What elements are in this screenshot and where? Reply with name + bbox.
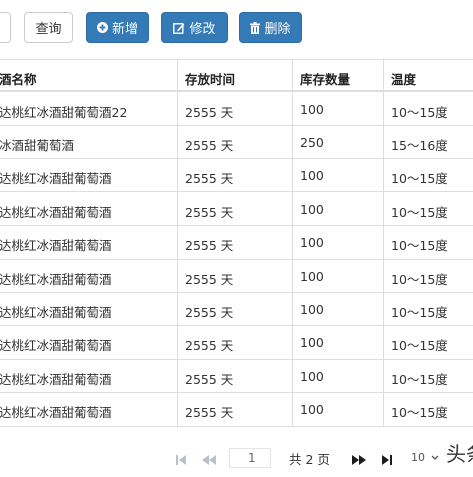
- query-button[interactable]: 查询: [24, 12, 73, 43]
- table-cell-storage-time: 2555 天: [185, 205, 234, 220]
- table-bottom-border: [0, 426, 473, 427]
- next-page-icon: [352, 455, 366, 465]
- last-page-icon: [382, 455, 392, 465]
- column-divider: [383, 59, 384, 426]
- table-cell-name: 达桃红冰酒甜葡萄酒: [0, 338, 112, 353]
- table-cell-name: 达桃红冰酒甜葡萄酒: [0, 305, 112, 320]
- chevron-down-icon: [431, 455, 438, 460]
- table-cell-stock-qty: 250: [300, 135, 324, 150]
- row-divider: [0, 191, 473, 192]
- table-cell-name: 达桃红冰酒甜葡萄酒: [0, 272, 112, 287]
- table-cell-storage-time: 2555 天: [185, 171, 234, 186]
- table-cell-stock-qty: 100: [300, 168, 324, 183]
- trash-icon: [250, 21, 261, 34]
- column-header-temperature[interactable]: 温度: [391, 69, 416, 88]
- table-cell-storage-time: 2555 天: [185, 105, 234, 120]
- page-total: 共 2 页: [289, 452, 330, 467]
- table-cell-temperature: 10～15度: [391, 338, 448, 353]
- table-cell-name: 达桃红冰酒甜葡萄酒: [0, 372, 112, 387]
- table-cell-stock-qty: 100: [300, 269, 324, 284]
- row-divider: [0, 259, 473, 260]
- row-divider: [0, 292, 473, 293]
- table-cell-storage-time: 2555 天: [185, 372, 234, 387]
- table-cell-storage-time: 2555 天: [185, 272, 234, 287]
- table-cell-temperature: 10～15度: [391, 372, 448, 387]
- table-cell-storage-time: 2555 天: [185, 338, 234, 353]
- toolbar: 查询 新增 修改 删除: [0, 0, 473, 52]
- table-cell-storage-time: 2555 天: [185, 238, 234, 253]
- table-cell-stock-qty: 100: [300, 235, 324, 250]
- table-cell-stock-qty: 100: [300, 402, 324, 417]
- table-cell-name: 达桃红冰酒甜葡萄酒22: [0, 105, 128, 120]
- table-cell-temperature: 10～15度: [391, 171, 448, 186]
- table-top-border: [0, 59, 473, 60]
- prev-page-button[interactable]: [202, 451, 216, 469]
- first-page-icon: [176, 455, 186, 465]
- table-cell-storage-time: 2555 天: [185, 138, 234, 153]
- edit-button-label: 修改: [189, 22, 216, 37]
- table-cell-name: 达桃红冰酒甜葡萄酒: [0, 405, 112, 420]
- row-divider: [0, 158, 473, 159]
- row-divider: [0, 359, 473, 360]
- data-table: 酒名称 存放时间 库存数量 温度 达桃红冰酒甜葡萄酒22 2555 天 100 …: [0, 59, 473, 433]
- table-cell-stock-qty: 100: [300, 102, 324, 117]
- plus-icon: [96, 22, 108, 33]
- table-cell-temperature: 15～16度: [391, 138, 448, 153]
- edit-button[interactable]: 修改: [161, 12, 228, 43]
- row-divider: [0, 225, 473, 226]
- table-cell-name: 达桃红冰酒甜葡萄酒: [0, 205, 112, 220]
- table-cell-temperature: 10～15度: [391, 305, 448, 320]
- query-button-label: 查询: [35, 22, 62, 37]
- table-header-divider: [0, 90, 473, 92]
- column-divider: [292, 59, 293, 426]
- table-cell-stock-qty: 100: [300, 202, 324, 217]
- page-number-input[interactable]: 1: [229, 448, 271, 468]
- search-input[interactable]: [0, 12, 11, 43]
- column-divider: [177, 59, 178, 426]
- watermark: 头条: [443, 438, 473, 467]
- delete-button-label: 删除: [264, 22, 291, 37]
- table-cell-storage-time: 2555 天: [185, 405, 234, 420]
- table-cell-name: 冰酒甜葡萄酒: [0, 138, 75, 153]
- table-cell-stock-qty: 100: [300, 369, 324, 384]
- column-header-name[interactable]: 酒名称: [0, 69, 37, 88]
- add-button[interactable]: 新增: [86, 12, 149, 43]
- page-size-select[interactable]: 10: [411, 451, 439, 464]
- table-cell-temperature: 10～15度: [391, 105, 448, 120]
- edit-icon: [173, 22, 185, 34]
- table-cell-stock-qty: 100: [300, 335, 324, 350]
- table-cell-temperature: 10～15度: [391, 205, 448, 220]
- table-cell-temperature: 10～15度: [391, 238, 448, 253]
- table-cell-storage-time: 2555 天: [185, 305, 234, 320]
- prev-page-icon: [202, 455, 216, 465]
- next-page-button[interactable]: [352, 451, 366, 469]
- column-header-storage-time[interactable]: 存放时间: [185, 69, 235, 88]
- column-header-stock-qty[interactable]: 库存数量: [300, 69, 350, 88]
- table-cell-name: 达桃红冰酒甜葡萄酒: [0, 238, 112, 253]
- table-cell-temperature: 10～15度: [391, 405, 448, 420]
- first-page-button[interactable]: [176, 451, 187, 469]
- delete-button[interactable]: 删除: [239, 12, 302, 43]
- pagination: 1 共 2 页 10: [0, 448, 473, 477]
- table-cell-temperature: 10～15度: [391, 272, 448, 287]
- row-divider: [0, 325, 473, 326]
- table-cell-name: 达桃红冰酒甜葡萄酒: [0, 171, 112, 186]
- table-cell-stock-qty: 100: [300, 302, 324, 317]
- row-divider: [0, 125, 473, 126]
- row-divider: [0, 392, 473, 393]
- last-page-button[interactable]: [382, 451, 393, 469]
- page-size-value: 10: [411, 451, 425, 464]
- add-button-label: 新增: [111, 22, 138, 37]
